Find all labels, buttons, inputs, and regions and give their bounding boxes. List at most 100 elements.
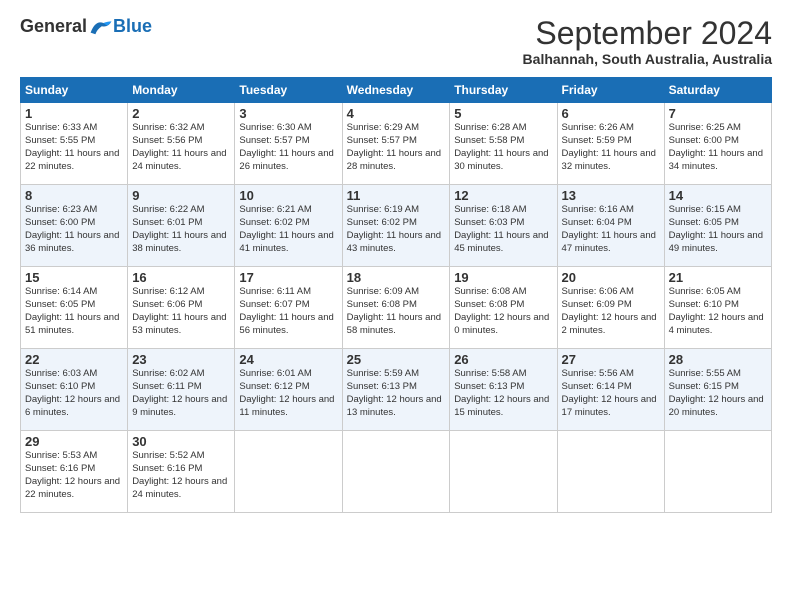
calendar-week-row: 15Sunrise: 6:14 AMSunset: 6:05 PMDayligh… [21, 267, 772, 349]
day-number: 8 [25, 188, 123, 203]
day-sun-info: Sunrise: 6:03 AMSunset: 6:10 PMDaylight:… [25, 368, 123, 419]
day-number: 13 [562, 188, 660, 203]
calendar-day-cell: 22Sunrise: 6:03 AMSunset: 6:10 PMDayligh… [21, 349, 128, 431]
day-sun-info: Sunrise: 6:18 AMSunset: 6:03 PMDaylight:… [454, 204, 552, 255]
calendar-day-cell: 14Sunrise: 6:15 AMSunset: 6:05 PMDayligh… [664, 185, 771, 267]
day-number: 17 [239, 270, 337, 285]
day-sun-info: Sunrise: 6:26 AMSunset: 5:59 PMDaylight:… [562, 122, 660, 173]
calendar-day-header: Friday [557, 78, 664, 103]
calendar-page: General Blue September 2024 Balhannah, S… [0, 0, 792, 612]
day-number: 27 [562, 352, 660, 367]
calendar-day-cell: 27Sunrise: 5:56 AMSunset: 6:14 PMDayligh… [557, 349, 664, 431]
calendar-day-header: Tuesday [235, 78, 342, 103]
calendar-day-cell: 25Sunrise: 5:59 AMSunset: 6:13 PMDayligh… [342, 349, 450, 431]
day-sun-info: Sunrise: 6:08 AMSunset: 6:08 PMDaylight:… [454, 286, 552, 337]
calendar-header-row: SundayMondayTuesdayWednesdayThursdayFrid… [21, 78, 772, 103]
day-number: 1 [25, 106, 123, 121]
calendar-day-cell: 10Sunrise: 6:21 AMSunset: 6:02 PMDayligh… [235, 185, 342, 267]
day-sun-info: Sunrise: 6:12 AMSunset: 6:06 PMDaylight:… [132, 286, 230, 337]
day-number: 26 [454, 352, 552, 367]
day-sun-info: Sunrise: 6:29 AMSunset: 5:57 PMDaylight:… [347, 122, 446, 173]
day-number: 24 [239, 352, 337, 367]
day-number: 9 [132, 188, 230, 203]
month-title: September 2024 [523, 16, 772, 51]
day-sun-info: Sunrise: 5:58 AMSunset: 6:13 PMDaylight:… [454, 368, 552, 419]
day-sun-info: Sunrise: 5:55 AMSunset: 6:15 PMDaylight:… [669, 368, 767, 419]
day-sun-info: Sunrise: 6:33 AMSunset: 5:55 PMDaylight:… [25, 122, 123, 173]
day-sun-info: Sunrise: 5:59 AMSunset: 6:13 PMDaylight:… [347, 368, 446, 419]
calendar-day-header: Wednesday [342, 78, 450, 103]
logo-blue-text: Blue [113, 16, 152, 37]
calendar-day-cell: 7Sunrise: 6:25 AMSunset: 6:00 PMDaylight… [664, 103, 771, 185]
day-sun-info: Sunrise: 6:32 AMSunset: 5:56 PMDaylight:… [132, 122, 230, 173]
calendar-day-cell [557, 431, 664, 513]
logo: General Blue [20, 16, 152, 37]
day-number: 22 [25, 352, 123, 367]
calendar-day-cell: 21Sunrise: 6:05 AMSunset: 6:10 PMDayligh… [664, 267, 771, 349]
calendar-day-cell: 12Sunrise: 6:18 AMSunset: 6:03 PMDayligh… [450, 185, 557, 267]
day-sun-info: Sunrise: 6:23 AMSunset: 6:00 PMDaylight:… [25, 204, 123, 255]
day-sun-info: Sunrise: 6:02 AMSunset: 6:11 PMDaylight:… [132, 368, 230, 419]
day-number: 28 [669, 352, 767, 367]
day-number: 4 [347, 106, 446, 121]
day-sun-info: Sunrise: 6:15 AMSunset: 6:05 PMDaylight:… [669, 204, 767, 255]
calendar-day-cell: 28Sunrise: 5:55 AMSunset: 6:15 PMDayligh… [664, 349, 771, 431]
calendar-day-cell: 9Sunrise: 6:22 AMSunset: 6:01 PMDaylight… [128, 185, 235, 267]
day-sun-info: Sunrise: 6:01 AMSunset: 6:12 PMDaylight:… [239, 368, 337, 419]
day-number: 18 [347, 270, 446, 285]
calendar-day-cell: 13Sunrise: 6:16 AMSunset: 6:04 PMDayligh… [557, 185, 664, 267]
day-sun-info: Sunrise: 6:14 AMSunset: 6:05 PMDaylight:… [25, 286, 123, 337]
calendar-week-row: 8Sunrise: 6:23 AMSunset: 6:00 PMDaylight… [21, 185, 772, 267]
calendar-day-cell: 3Sunrise: 6:30 AMSunset: 5:57 PMDaylight… [235, 103, 342, 185]
logo-general-text: General [20, 16, 87, 37]
calendar-day-cell: 5Sunrise: 6:28 AMSunset: 5:58 PMDaylight… [450, 103, 557, 185]
day-sun-info: Sunrise: 6:25 AMSunset: 6:00 PMDaylight:… [669, 122, 767, 173]
day-number: 21 [669, 270, 767, 285]
day-sun-info: Sunrise: 6:06 AMSunset: 6:09 PMDaylight:… [562, 286, 660, 337]
day-number: 15 [25, 270, 123, 285]
calendar-day-cell [450, 431, 557, 513]
calendar-week-row: 29Sunrise: 5:53 AMSunset: 6:16 PMDayligh… [21, 431, 772, 513]
day-sun-info: Sunrise: 6:19 AMSunset: 6:02 PMDaylight:… [347, 204, 446, 255]
calendar-day-cell: 26Sunrise: 5:58 AMSunset: 6:13 PMDayligh… [450, 349, 557, 431]
day-number: 29 [25, 434, 123, 449]
calendar-day-cell [235, 431, 342, 513]
calendar-week-row: 1Sunrise: 6:33 AMSunset: 5:55 PMDaylight… [21, 103, 772, 185]
calendar-day-cell: 2Sunrise: 6:32 AMSunset: 5:56 PMDaylight… [128, 103, 235, 185]
day-number: 11 [347, 188, 446, 203]
calendar-day-cell: 23Sunrise: 6:02 AMSunset: 6:11 PMDayligh… [128, 349, 235, 431]
day-number: 30 [132, 434, 230, 449]
page-header: General Blue September 2024 Balhannah, S… [20, 16, 772, 67]
day-number: 6 [562, 106, 660, 121]
calendar-day-header: Monday [128, 78, 235, 103]
day-number: 25 [347, 352, 446, 367]
day-sun-info: Sunrise: 6:28 AMSunset: 5:58 PMDaylight:… [454, 122, 552, 173]
calendar-day-cell [342, 431, 450, 513]
title-section: September 2024 Balhannah, South Australi… [523, 16, 772, 67]
day-number: 2 [132, 106, 230, 121]
location-subtitle: Balhannah, South Australia, Australia [523, 51, 772, 67]
calendar-day-cell [664, 431, 771, 513]
calendar-day-cell: 30Sunrise: 5:52 AMSunset: 6:16 PMDayligh… [128, 431, 235, 513]
calendar-day-cell: 29Sunrise: 5:53 AMSunset: 6:16 PMDayligh… [21, 431, 128, 513]
calendar-day-cell: 11Sunrise: 6:19 AMSunset: 6:02 PMDayligh… [342, 185, 450, 267]
calendar-day-cell: 15Sunrise: 6:14 AMSunset: 6:05 PMDayligh… [21, 267, 128, 349]
calendar-day-header: Thursday [450, 78, 557, 103]
day-number: 19 [454, 270, 552, 285]
day-number: 14 [669, 188, 767, 203]
day-number: 20 [562, 270, 660, 285]
day-sun-info: Sunrise: 6:09 AMSunset: 6:08 PMDaylight:… [347, 286, 446, 337]
calendar-day-header: Saturday [664, 78, 771, 103]
day-number: 23 [132, 352, 230, 367]
calendar-table: SundayMondayTuesdayWednesdayThursdayFrid… [20, 77, 772, 513]
calendar-day-header: Sunday [21, 78, 128, 103]
calendar-day-cell: 8Sunrise: 6:23 AMSunset: 6:00 PMDaylight… [21, 185, 128, 267]
day-sun-info: Sunrise: 6:11 AMSunset: 6:07 PMDaylight:… [239, 286, 337, 337]
day-sun-info: Sunrise: 5:56 AMSunset: 6:14 PMDaylight:… [562, 368, 660, 419]
day-sun-info: Sunrise: 6:30 AMSunset: 5:57 PMDaylight:… [239, 122, 337, 173]
calendar-day-cell: 16Sunrise: 6:12 AMSunset: 6:06 PMDayligh… [128, 267, 235, 349]
day-number: 7 [669, 106, 767, 121]
day-sun-info: Sunrise: 5:53 AMSunset: 6:16 PMDaylight:… [25, 450, 123, 501]
calendar-day-cell: 24Sunrise: 6:01 AMSunset: 6:12 PMDayligh… [235, 349, 342, 431]
day-number: 5 [454, 106, 552, 121]
